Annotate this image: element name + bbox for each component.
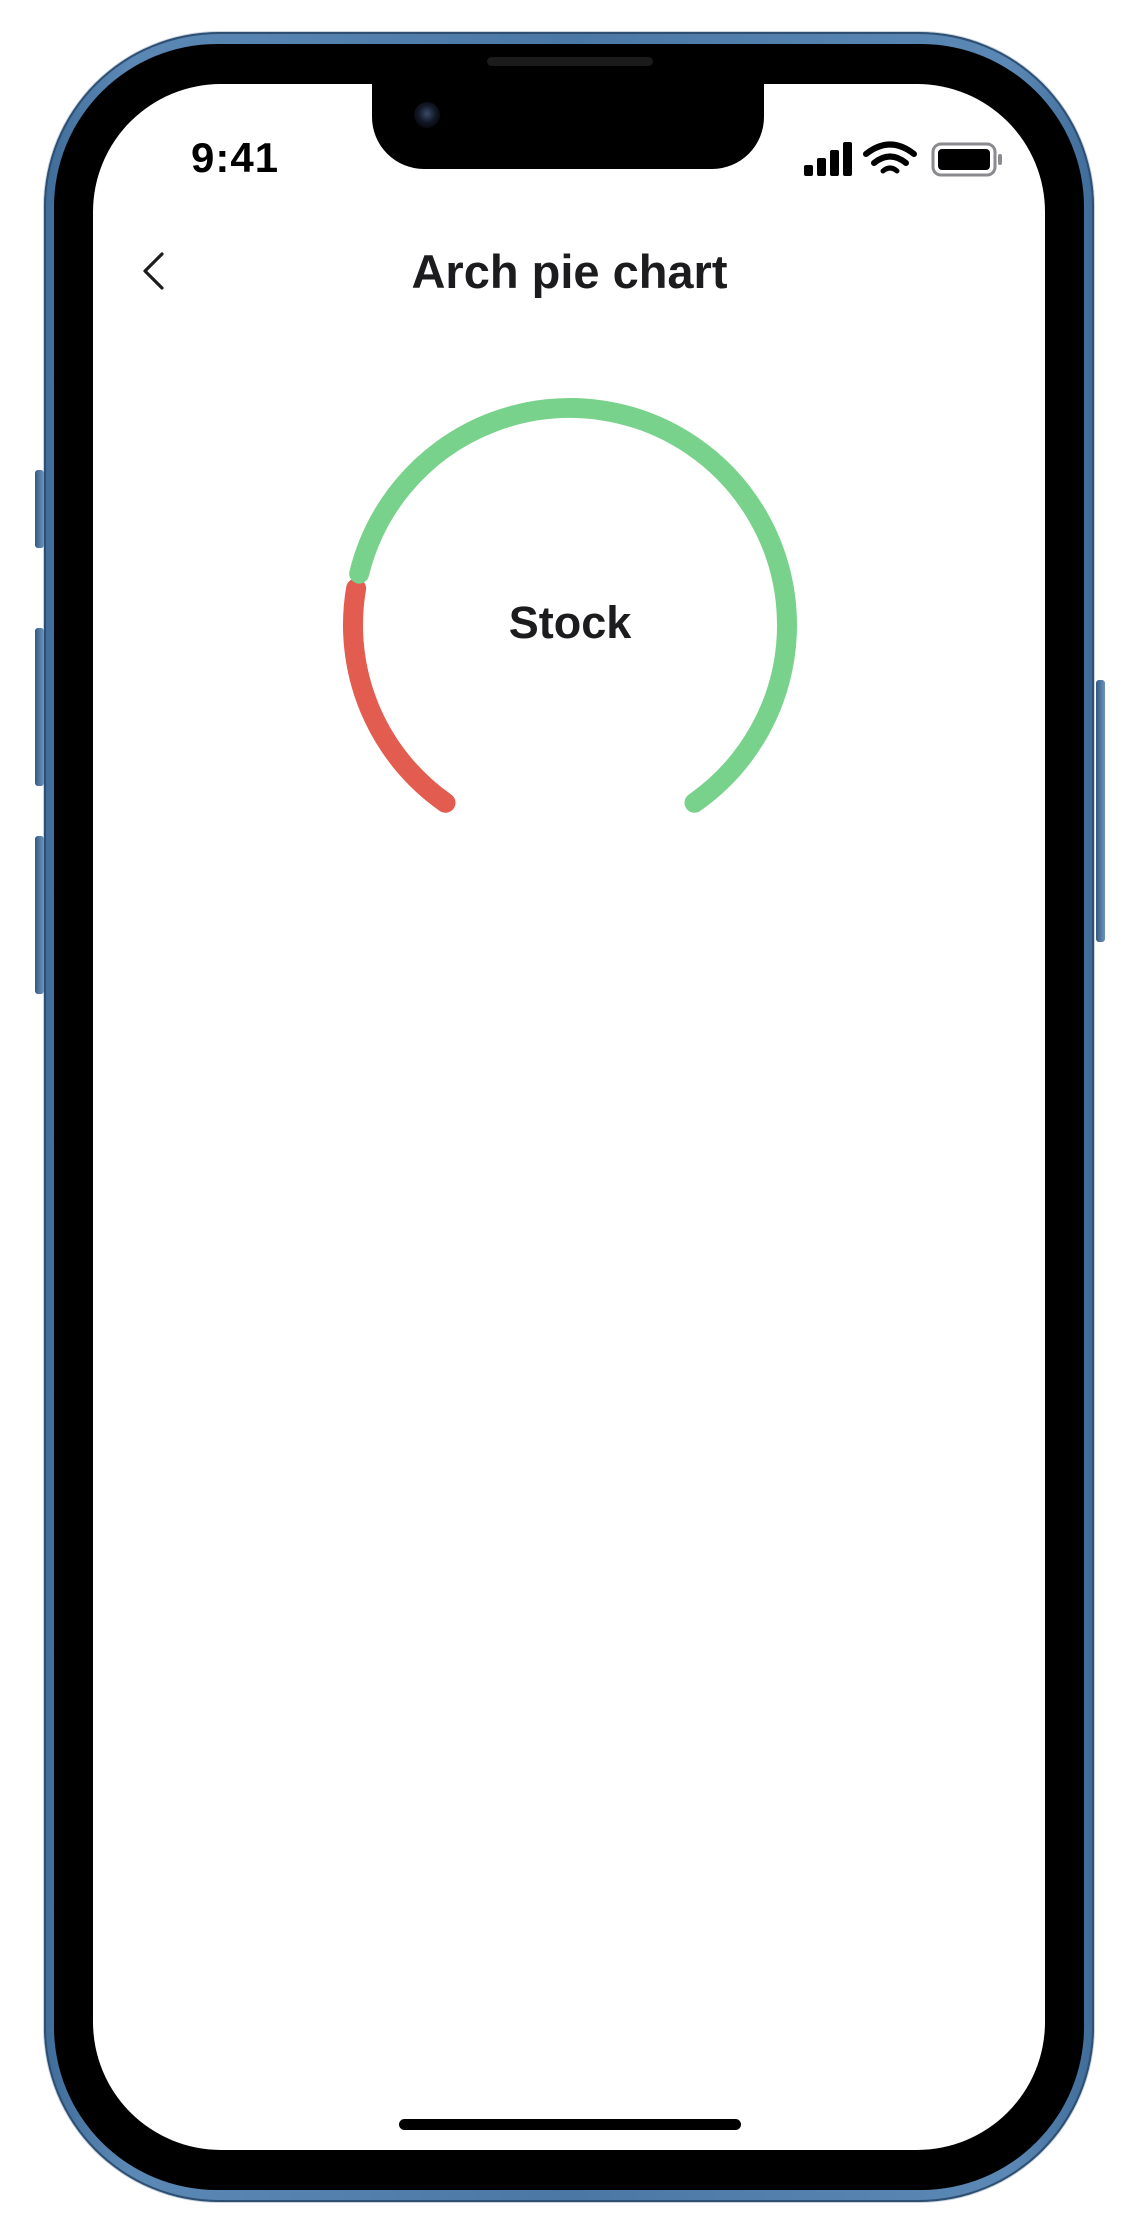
chevron-left-icon	[143, 252, 164, 290]
wifi-icon	[863, 141, 917, 174]
signal-icon	[804, 142, 852, 176]
volume-up-button	[35, 628, 44, 786]
volume-down-button	[35, 836, 44, 994]
earpiece-speaker	[487, 57, 653, 66]
status-time: 9:41	[191, 134, 280, 181]
battery-icon	[931, 142, 1002, 177]
page-title: Arch pie chart	[411, 245, 728, 298]
chart-center-label: Stock	[508, 597, 632, 648]
front-camera	[414, 102, 440, 128]
power-button	[1096, 680, 1105, 942]
mute-switch	[35, 470, 44, 548]
home-indicator[interactable]	[399, 2119, 741, 2130]
back-button[interactable]	[128, 246, 178, 296]
status-icons	[804, 141, 1002, 177]
